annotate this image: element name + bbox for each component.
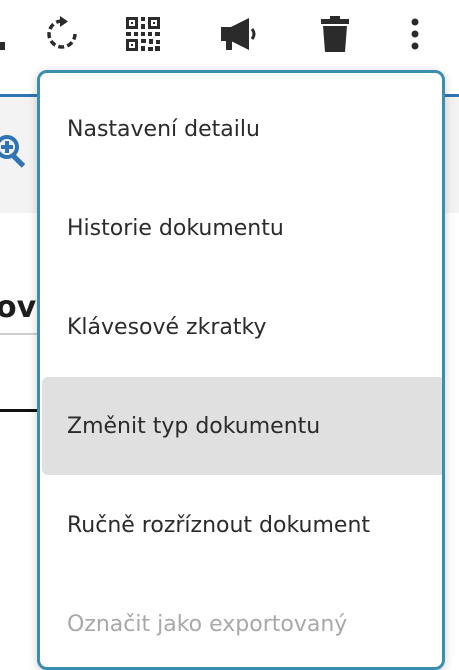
menu-item-document-history[interactable]: Historie dokumentu [42,179,442,277]
partial-heading: ov [0,290,37,325]
announcement-button[interactable] [214,10,262,58]
toolbar-edge-fragment [0,42,5,50]
qr-code-icon [126,17,160,51]
megaphone-icon [221,18,256,50]
menu-item-detail-settings[interactable]: Nastavení detailu [42,80,442,178]
delete-button[interactable] [311,10,359,58]
refresh-icon [47,16,77,49]
content-divider [0,409,40,412]
heading-underline [0,333,40,335]
more-options-menu: Nastavení detailu Historie dokumentu Klá… [37,70,445,670]
refresh-button[interactable] [38,10,86,58]
more-options-button[interactable] [391,10,439,58]
more-vertical-icon [411,18,419,50]
zoom-in-icon[interactable] [0,134,28,170]
qr-code-button[interactable] [119,10,167,58]
menu-item-mark-exported: Označit jako exportovaný [67,611,348,637]
menu-item-keyboard-shortcuts[interactable]: Klávesové zkratky [42,278,442,376]
menu-item-manual-split[interactable]: Ručně rozříznout dokument [42,476,442,574]
menu-item-change-document-type[interactable]: Změnit typ dokumentu [42,377,442,475]
trash-icon [321,16,349,52]
